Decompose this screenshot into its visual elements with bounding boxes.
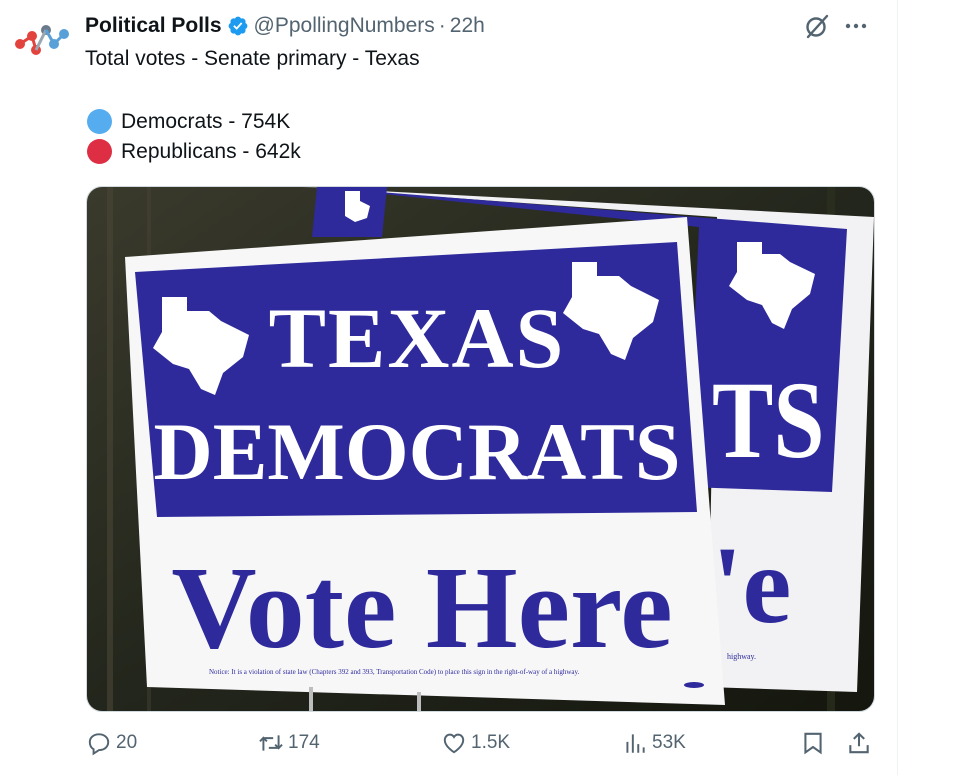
timeline-border <box>897 0 898 775</box>
tweet-top-actions <box>803 12 869 40</box>
republicans-line: Republicans - 642k <box>87 139 301 164</box>
democrats-text: Democrats - 754K <box>121 109 291 133</box>
back-sign-bottom-text: 'e <box>712 524 791 646</box>
separator-dot: · <box>438 14 446 37</box>
front-sign: TEXAS DEMOCRATS Vote Here Notice: It is … <box>125 217 725 705</box>
back-sign-text: TS <box>712 358 825 481</box>
reply-button[interactable]: 20 <box>86 730 137 756</box>
repost-count: 174 <box>288 732 320 753</box>
republicans-text: Republicans - 642k <box>121 139 301 163</box>
avatar[interactable] <box>12 20 70 60</box>
yard-sign-photo: TS 'e highway. TEXAS DEMOCRATS Vote Here… <box>87 187 874 711</box>
back-sign-fineprint: highway. <box>727 652 756 661</box>
reply-count: 20 <box>116 732 138 753</box>
like-button[interactable]: 1.5K <box>441 730 510 756</box>
tweet-image[interactable]: TS 'e highway. TEXAS DEMOCRATS Vote Here… <box>86 186 875 712</box>
reply-icon <box>88 733 110 756</box>
repost-icon <box>259 735 283 751</box>
bookmark-button[interactable] <box>800 730 826 756</box>
political-polls-logo-icon <box>15 25 69 55</box>
sign-line-2: DEMOCRATS <box>154 406 681 497</box>
author-handle[interactable]: @PpollingNumbers <box>254 14 435 38</box>
blue-circle-icon <box>87 109 112 134</box>
bookmark-icon <box>804 732 822 755</box>
tweet-actions: 20 174 1.5K 53K <box>86 730 876 764</box>
share-button[interactable] <box>846 730 872 756</box>
author-name[interactable]: Political Polls <box>85 14 222 38</box>
verified-badge-icon <box>228 16 247 36</box>
heart-icon <box>443 733 465 754</box>
views-chart-icon <box>626 734 645 753</box>
sign-line-1: TEXAS <box>269 290 566 386</box>
views-button[interactable]: 53K <box>622 730 686 756</box>
sign-line-3: Vote Here <box>171 542 672 673</box>
views-count: 53K <box>652 732 686 753</box>
like-count: 1.5K <box>471 732 511 753</box>
red-circle-icon <box>87 139 112 164</box>
democrats-line: Democrats - 754K <box>87 109 290 134</box>
tweet-header: Political Polls @PpollingNumbers · 22h <box>85 11 485 41</box>
share-icon <box>849 732 869 754</box>
more-options-icon[interactable] <box>843 13 869 39</box>
tweet-text-line: Total votes - Senate primary - Texas <box>85 47 420 70</box>
sign-fineprint: Notice: It is a violation of state law (… <box>209 668 580 676</box>
repost-button[interactable]: 174 <box>258 730 320 756</box>
grok-icon[interactable] <box>803 12 831 40</box>
timestamp[interactable]: 22h <box>450 14 485 38</box>
